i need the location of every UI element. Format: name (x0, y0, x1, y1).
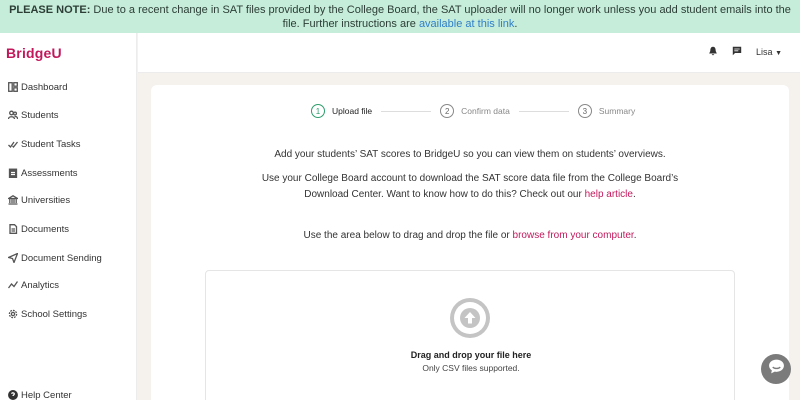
help-center-label: Help Center (21, 389, 72, 400)
intro-text: Add your students’ SAT scores to BridgeU… (274, 149, 666, 160)
sidebar-item-label: Universities (21, 194, 71, 206)
step-divider (381, 110, 432, 112)
document-icon (7, 224, 18, 235)
bridgeu-logo[interactable]: BridgeU (6, 45, 62, 61)
step-confirm-data: 2 Confirm data (440, 104, 510, 118)
notice-label: PLEASE NOTE: (9, 4, 91, 16)
user-name: Lisa (756, 47, 773, 57)
university-icon (7, 195, 18, 206)
sidebar-item-universities[interactable]: Universities (7, 191, 70, 209)
sidebar-item-label: Analytics (21, 279, 60, 291)
step-summary: 3 Summary (577, 104, 636, 118)
sidebar-item-documents[interactable]: Documents (7, 220, 69, 238)
sidebar-item-label: Student Tasks (21, 138, 81, 150)
upload-panel: 1 Upload file 2 Confirm data 3 Summary A… (151, 85, 789, 400)
step-number: 1 (311, 104, 325, 118)
user-menu[interactable]: Lisa ▼ (756, 47, 782, 57)
browse-computer-link[interactable]: browse from your computer (513, 230, 634, 241)
instructions-text: Use your College Board account to downlo… (151, 171, 789, 203)
notice-banner: PLEASE NOTE: Due to a recent change in S… (0, 0, 800, 33)
upload-icon (450, 298, 490, 338)
dashboard-icon (7, 82, 18, 93)
help-article-link[interactable]: help article (585, 189, 633, 200)
users-icon (7, 110, 18, 121)
sidebar-item-label: Dashboard (21, 81, 68, 93)
sidebar: BridgeU Dashboard Students Student Tasks… (0, 33, 137, 400)
dragdrop-end: . (633, 230, 637, 241)
instructions-end: . (632, 189, 636, 200)
gear-icon (7, 309, 18, 320)
step-upload-file: 1 Upload file (311, 104, 372, 118)
send-icon (7, 253, 18, 264)
sidebar-item-label: Assessments (21, 167, 78, 179)
step-divider (518, 110, 569, 112)
dragdrop-instructions: Use the area below to drag and drop the … (151, 228, 789, 244)
chat-widget-button[interactable] (761, 354, 791, 384)
step-label: Confirm data (461, 106, 510, 116)
chat-icon (768, 358, 785, 380)
sidebar-item-students[interactable]: Students (7, 106, 59, 124)
sidebar-item-label: Students (21, 109, 59, 121)
step-label: Upload file (332, 106, 373, 116)
sidebar-item-analytics[interactable]: Analytics (7, 276, 59, 294)
sidebar-item-student-tasks[interactable]: Student Tasks (7, 135, 81, 153)
chevron-down-icon: ▼ (775, 50, 782, 57)
check-icon (7, 139, 18, 150)
sidebar-item-assessments[interactable]: Assessments (7, 164, 78, 182)
analytics-icon (7, 280, 18, 291)
step-number: 2 (440, 104, 455, 118)
sidebar-item-label: Document Sending (21, 252, 102, 264)
sidebar-item-label: School Settings (21, 308, 88, 320)
dropzone-title: Drag and drop your file here (410, 350, 532, 360)
sidebar-item-document-sending[interactable]: Document Sending (7, 249, 102, 267)
notice-end: . (514, 18, 518, 30)
step-number: 3 (577, 104, 592, 118)
bell-icon[interactable] (708, 46, 718, 58)
help-icon (7, 390, 18, 400)
sidebar-help-center[interactable]: Help Center (7, 386, 72, 400)
stepper: 1 Upload file 2 Confirm data 3 Summary (311, 104, 635, 118)
dragdrop-text: Use the area below to drag and drop the … (303, 230, 513, 241)
dropzone-subtitle: Only CSV files supported. (422, 363, 520, 373)
message-icon[interactable] (732, 46, 742, 58)
top-bar: Lisa ▼ (138, 33, 800, 73)
step-label: Summary (598, 106, 636, 116)
sidebar-item-school-settings[interactable]: School Settings (7, 305, 87, 323)
clipboard-icon (7, 168, 18, 179)
file-dropzone[interactable]: Drag and drop your file here Only CSV fi… (205, 270, 735, 400)
sidebar-item-label: Documents (21, 223, 70, 235)
notice-link[interactable]: available at this link (419, 18, 514, 30)
sidebar-item-dashboard[interactable]: Dashboard (7, 78, 67, 96)
